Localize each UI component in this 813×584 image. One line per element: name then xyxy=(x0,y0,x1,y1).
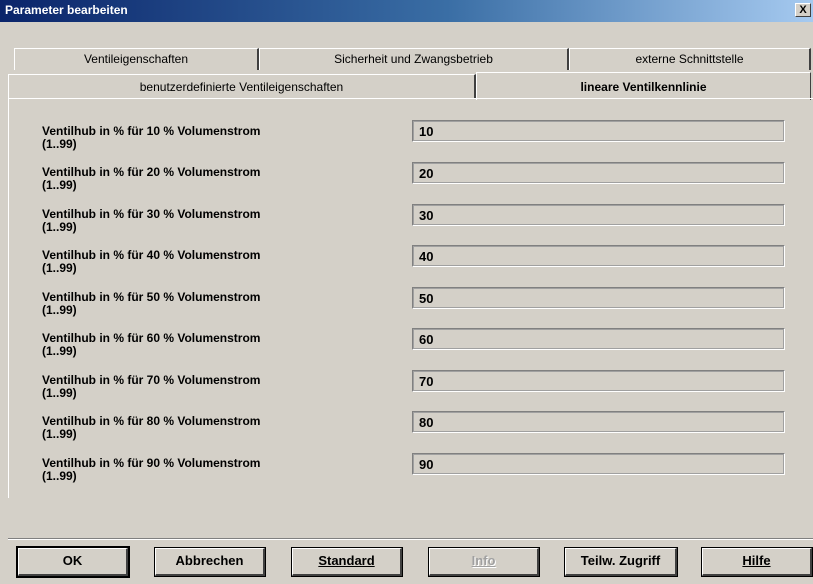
tab-label: lineare Ventilkennlinie xyxy=(580,80,707,94)
value-field-20[interactable]: 20 xyxy=(412,162,785,184)
row-range: (1..99) xyxy=(42,137,77,151)
row-range: (1..99) xyxy=(42,344,77,358)
value-field-30[interactable]: 30 xyxy=(412,204,785,226)
row-label-90: Ventilhub in % für 90 % Volumenstrom (1.… xyxy=(42,457,372,483)
tab-externe-schnittstelle[interactable]: externe Schnittstelle xyxy=(569,48,811,70)
row-range: (1..99) xyxy=(42,303,77,317)
row-label-text: Ventilhub in % für 30 % Volumenstrom xyxy=(42,207,261,221)
tab-label: Ventileigenschaften xyxy=(83,52,189,66)
bottom-separator xyxy=(8,538,813,540)
tab-sicherheit-zwangsbetrieb[interactable]: Sicherheit und Zwangsbetrieb xyxy=(259,48,569,70)
row-label-40: Ventilhub in % für 40 % Volumenstrom (1.… xyxy=(42,249,372,275)
title-bar[interactable]: Parameter bearbeiten X xyxy=(0,0,813,22)
row-label-20: Ventilhub in % für 20 % Volumenstrom (1.… xyxy=(42,166,372,192)
partial-access-button[interactable]: Teilw. Zugriff xyxy=(564,547,678,577)
tab-label: benutzerdefinierte Ventileigenschaften xyxy=(139,80,344,94)
tab-label: externe Schnittstelle xyxy=(635,52,744,66)
help-button[interactable]: Hilfe xyxy=(701,547,813,577)
row-label-30: Ventilhub in % für 30 % Volumenstrom (1.… xyxy=(42,208,372,234)
tab-benutzerdefinierte-ventileigenschaften[interactable]: benutzerdefinierte Ventileigenschaften xyxy=(8,74,476,98)
row-label-text: Ventilhub in % für 70 % Volumenstrom xyxy=(42,373,261,387)
row-label-text: Ventilhub in % für 80 % Volumenstrom xyxy=(42,414,261,428)
value-field-60[interactable]: 60 xyxy=(412,328,785,350)
tab-label: Sicherheit und Zwangsbetrieb xyxy=(334,52,493,66)
row-label-70: Ventilhub in % für 70 % Volumenstrom (1.… xyxy=(42,374,372,400)
row-label-60: Ventilhub in % für 60 % Volumenstrom (1.… xyxy=(42,332,372,358)
value-field-40[interactable]: 40 xyxy=(412,245,785,267)
row-label-text: Ventilhub in % für 20 % Volumenstrom xyxy=(42,165,261,179)
tab-lineare-ventilkennlinie[interactable]: lineare Ventilkennlinie xyxy=(476,72,811,100)
row-range: (1..99) xyxy=(42,469,77,483)
row-label-text: Ventilhub in % für 60 % Volumenstrom xyxy=(42,331,261,345)
row-range: (1..99) xyxy=(42,220,77,234)
row-range: (1..99) xyxy=(42,386,77,400)
close-button[interactable]: X xyxy=(795,3,811,17)
row-label-text: Ventilhub in % für 50 % Volumenstrom xyxy=(42,290,261,304)
window-title: Parameter bearbeiten xyxy=(5,3,128,17)
row-label-50: Ventilhub in % für 50 % Volumenstrom (1.… xyxy=(42,291,372,317)
row-label-80: Ventilhub in % für 80 % Volumenstrom (1.… xyxy=(42,415,372,441)
value-field-50[interactable]: 50 xyxy=(412,287,785,309)
row-label-text: Ventilhub in % für 40 % Volumenstrom xyxy=(42,248,261,262)
row-label-text: Ventilhub in % für 10 % Volumenstrom xyxy=(42,124,261,138)
tab-ventileigenschaften[interactable]: Ventileigenschaften xyxy=(14,48,259,70)
row-range: (1..99) xyxy=(42,427,77,441)
row-label-10: Ventilhub in % für 10 % Volumenstrom (1.… xyxy=(42,125,372,151)
value-field-80[interactable]: 80 xyxy=(412,411,785,433)
row-range: (1..99) xyxy=(42,261,77,275)
row-label-text: Ventilhub in % für 90 % Volumenstrom xyxy=(42,456,261,470)
ok-button[interactable]: OK xyxy=(16,546,130,578)
cancel-button[interactable]: Abbrechen xyxy=(154,547,266,577)
value-field-90[interactable]: 90 xyxy=(412,453,785,475)
parameter-dialog: Parameter bearbeiten X Ventileigenschaft… xyxy=(0,0,813,584)
value-field-70[interactable]: 70 xyxy=(412,370,785,392)
value-field-10[interactable]: 10 xyxy=(412,120,785,142)
row-range: (1..99) xyxy=(42,178,77,192)
info-button[interactable]: Info xyxy=(428,547,540,577)
standard-button[interactable]: Standard xyxy=(291,547,403,577)
